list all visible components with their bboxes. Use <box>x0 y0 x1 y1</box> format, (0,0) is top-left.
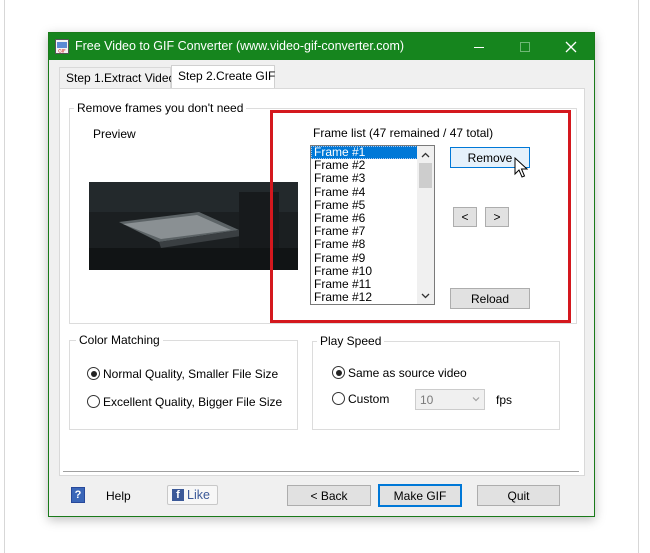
page-edge-right <box>638 0 639 553</box>
frame-preview-image <box>89 182 298 270</box>
make-gif-button[interactable]: Make GIF <box>378 484 462 507</box>
play-speed-group-title: Play Speed <box>317 334 385 348</box>
scroll-up-button[interactable] <box>417 146 434 163</box>
help-icon[interactable]: ? <box>71 487 85 503</box>
title-bar[interactable]: GIF Free Video to GIF Converter (www.vid… <box>49 33 594 60</box>
back-button[interactable]: < Back <box>287 485 371 506</box>
remove-frames-group-title: Remove frames you don't need <box>74 101 247 115</box>
fps-unit-label: fps <box>496 393 513 407</box>
create-gif-panel: Remove frames you don't need Preview Fra… <box>59 88 585 476</box>
fps-select[interactable]: 10 <box>415 389 485 410</box>
chevron-down-icon <box>472 397 480 402</box>
preview-label: Preview <box>93 127 136 141</box>
custom-speed-radio[interactable] <box>332 392 345 405</box>
facebook-icon: f <box>172 489 184 501</box>
maximize-button[interactable] <box>502 33 548 60</box>
mouse-cursor-icon <box>514 157 528 178</box>
remove-frames-group: Remove frames you don't need Preview Fra… <box>69 101 577 324</box>
chevron-down-icon <box>421 293 430 298</box>
excellent-quality-label[interactable]: Excellent Quality, Bigger File Size <box>103 395 282 409</box>
custom-speed-label[interactable]: Custom <box>348 392 389 406</box>
scroll-thumb[interactable] <box>419 163 432 188</box>
scroll-down-button[interactable] <box>417 287 434 304</box>
list-item[interactable]: Frame #12 <box>311 290 418 304</box>
play-speed-group: Play Speed Same as source video Custom 1… <box>312 334 560 430</box>
close-icon <box>565 41 577 52</box>
tab-create-gif[interactable]: Step 2.Create GIF <box>171 65 275 89</box>
normal-quality-label[interactable]: Normal Quality, Smaller File Size <box>103 367 278 381</box>
radio-selected-dot <box>335 369 342 376</box>
list-item[interactable]: Frame #8 <box>311 238 418 251</box>
frame-list-scrollbar[interactable] <box>417 146 434 304</box>
color-matching-group-title: Color Matching <box>76 333 163 347</box>
preview-frame-picture <box>89 182 298 270</box>
normal-quality-radio[interactable] <box>87 367 100 380</box>
svg-text:GIF: GIF <box>58 49 66 55</box>
frame-list[interactable]: Frame #1 Frame #2 Frame #3 Frame #4 Fram… <box>310 145 435 305</box>
app-window: GIF Free Video to GIF Converter (www.vid… <box>48 32 595 517</box>
app-icon: GIF <box>55 39 69 54</box>
list-item[interactable]: Frame #10 <box>311 264 418 278</box>
list-item[interactable]: Frame #4 <box>311 185 418 199</box>
same-as-source-label[interactable]: Same as source video <box>348 366 467 380</box>
like-label: Like <box>187 488 210 502</box>
maximize-icon <box>520 41 530 52</box>
radio-selected-dot <box>90 370 97 377</box>
quit-button[interactable]: Quit <box>477 485 560 506</box>
tab-extract-video[interactable]: Step 1.Extract Video <box>59 67 175 89</box>
previous-frame-button[interactable]: < <box>453 207 477 227</box>
page-edge-left <box>4 0 5 553</box>
next-frame-button[interactable]: > <box>485 207 509 227</box>
frame-list-label: Frame list (47 remained / 47 total) <box>313 126 494 140</box>
minimize-button[interactable] <box>456 33 502 60</box>
list-item[interactable]: Frame #5 <box>311 198 418 212</box>
footer-separator <box>63 471 579 473</box>
chevron-up-icon <box>421 152 430 157</box>
close-button[interactable] <box>548 33 594 60</box>
minimize-icon <box>474 46 484 48</box>
list-item[interactable]: Frame #9 <box>311 251 418 265</box>
color-matching-group: Color Matching Normal Quality, Smaller F… <box>69 333 298 430</box>
excellent-quality-radio[interactable] <box>87 395 100 408</box>
window-title: Free Video to GIF Converter (www.video-g… <box>75 39 405 53</box>
fps-select-value: 10 <box>420 393 434 407</box>
reload-frames-button[interactable]: Reload <box>450 288 530 309</box>
help-label[interactable]: Help <box>106 489 131 503</box>
list-item[interactable]: Frame #3 <box>311 172 418 185</box>
facebook-like-button[interactable]: f Like <box>167 485 218 505</box>
same-as-source-radio[interactable] <box>332 366 345 379</box>
